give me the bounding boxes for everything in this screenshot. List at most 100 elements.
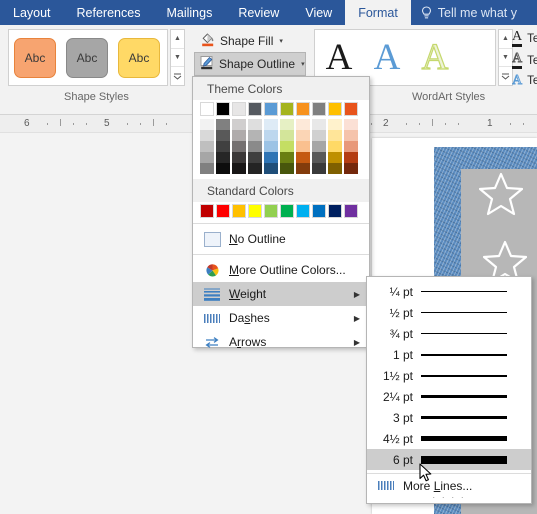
theme-color-swatch[interactable] [312,102,326,116]
tab-layout[interactable]: Layout [0,0,64,25]
menu-item-weight[interactable]: Weight ▶ [193,282,369,306]
standard-color-swatch[interactable] [328,204,342,218]
wordart-style-label: A [421,36,449,78]
weight-option-selected[interactable]: 6 pt [367,449,531,470]
theme-color-variants[interactable] [193,118,369,179]
standard-color-swatch[interactable] [200,204,214,218]
menu-item-dashes[interactable]: Dashes ▶ [193,306,369,330]
wordart-style-thumb[interactable]: A [315,33,363,83]
wordart-style-label: A [325,37,353,78]
dashes-label: Dashes [229,311,270,325]
gallery-scroll-down-icon[interactable]: ▼ [499,49,512,68]
submenu-arrow-icon: ▶ [353,313,360,323]
theme-color-swatch[interactable] [280,102,294,116]
theme-color-swatch[interactable] [328,102,342,116]
theme-variant-column[interactable] [264,119,278,174]
shape-styles-gallery[interactable]: Abc Abc Abc [8,29,168,86]
theme-variant-column[interactable] [328,119,342,174]
tell-me-search[interactable]: Tell me what y [411,0,525,25]
text-effects-button[interactable]: A Tex [512,74,537,88]
star-shape[interactable] [479,171,523,217]
text-outline-button[interactable]: A Tex [512,52,537,69]
arrows-label: Arrows [229,335,267,349]
weight-label: Weight [229,287,267,301]
shape-outline-label: Shape Outline [219,57,296,71]
tell-me-label: Tell me what y [437,5,517,20]
tab-mailings[interactable]: Mailings [153,0,225,25]
weight-option[interactable]: ¼ pt [367,281,531,302]
submenu-arrow-icon: ▶ [353,337,360,347]
chevron-down-icon[interactable]: ▾ [301,60,305,68]
theme-variant-column[interactable] [344,119,358,174]
weight-option[interactable]: 3 pt [367,407,531,428]
gallery-scroll-up-icon[interactable]: ▲ [499,30,512,49]
theme-variant-column[interactable] [200,119,214,174]
menu-separator [193,254,369,255]
gallery-scroll-up-icon[interactable]: ▲ [171,30,184,49]
shape-style-label: Abc [24,50,46,65]
weight-option[interactable]: ¾ pt [367,323,531,344]
standard-color-swatch[interactable] [248,204,262,218]
standard-color-swatch[interactable] [280,204,294,218]
theme-variant-column[interactable] [280,119,294,174]
arrows-icon [201,333,223,351]
gallery-more-icon[interactable] [499,67,512,85]
menu-item-arrows[interactable]: Arrows ▶ [193,330,369,354]
standard-color-swatch[interactable] [296,204,310,218]
shape-style-thumb[interactable]: Abc [118,37,160,78]
theme-color-swatch[interactable] [344,102,358,116]
standard-color-swatch[interactable] [264,204,278,218]
tab-review[interactable]: Review [225,0,292,25]
menu-item-more-outline-colors[interactable]: More Outline Colors... [193,258,369,282]
theme-color-swatch[interactable] [232,102,246,116]
ribbon-tab-bar: Layout References Mailings Review View F… [0,0,537,25]
shape-outline-dropdown[interactable]: Theme Colors Standard Colors No Outline … [192,76,370,349]
text-fill-label: Tex [527,32,537,45]
shape-outline-button[interactable]: Shape Outline ▾ [194,52,306,76]
weight-submenu[interactable]: ¼ pt ½ pt ¾ pt 1 pt 1½ pt 2¼ pt 3 pt 4½ [366,276,532,504]
shape-style-label: Abc [76,50,98,65]
standard-color-swatch[interactable] [216,204,230,218]
gallery-scroll-down-icon[interactable]: ▼ [171,49,184,68]
wordart-style-thumb[interactable]: A [411,33,459,83]
standard-color-swatch[interactable] [344,204,358,218]
shape-fill-button[interactable]: Shape Fill ▾ [196,30,288,52]
theme-color-swatch[interactable] [248,102,262,116]
tab-view[interactable]: View [292,0,345,25]
theme-variant-column[interactable] [232,119,246,174]
menu-item-no-outline[interactable]: No Outline [193,227,369,251]
tab-references[interactable]: References [64,0,154,25]
theme-variant-column[interactable] [296,119,310,174]
wordart-style-thumb[interactable]: A [363,33,411,83]
chevron-down-icon[interactable]: ▾ [279,37,283,45]
weight-preview-line [421,416,507,419]
standard-color-swatch[interactable] [232,204,246,218]
theme-variant-column[interactable] [248,119,262,174]
shape-styles-scroll-buttons[interactable]: ▲ ▼ [170,29,185,86]
menu-resize-grip[interactable]: · · · · [367,492,531,502]
gallery-more-icon[interactable] [171,67,184,85]
weight-option[interactable]: ½ pt [367,302,531,323]
weight-option[interactable]: 2¼ pt [367,386,531,407]
weight-option[interactable]: 4½ pt [367,428,531,449]
weight-option[interactable]: 1 pt [367,344,531,365]
text-fill-button[interactable]: A Tex [512,30,537,47]
shape-style-thumb[interactable]: Abc [66,37,108,78]
theme-variant-column[interactable] [312,119,326,174]
weight-label: ¾ pt [389,326,413,341]
shape-styles-group-label: Shape Styles [64,91,129,103]
theme-color-swatch[interactable] [200,102,214,116]
theme-variant-column[interactable] [216,119,230,174]
standard-color-swatch[interactable] [312,204,326,218]
theme-color-swatch[interactable] [264,102,278,116]
standard-colors-row[interactable] [193,202,369,220]
wordart-styles-scroll-buttons[interactable]: ▲ ▼ [498,29,513,86]
weight-option[interactable]: 1½ pt [367,365,531,386]
tab-format[interactable]: Format [345,0,411,25]
theme-color-swatch[interactable] [296,102,310,116]
weight-preview-line [421,436,507,441]
theme-color-swatch[interactable] [216,102,230,116]
theme-colors-row[interactable] [193,100,369,118]
shape-style-thumb[interactable]: Abc [14,37,56,78]
no-outline-label: No Outline [229,232,286,246]
